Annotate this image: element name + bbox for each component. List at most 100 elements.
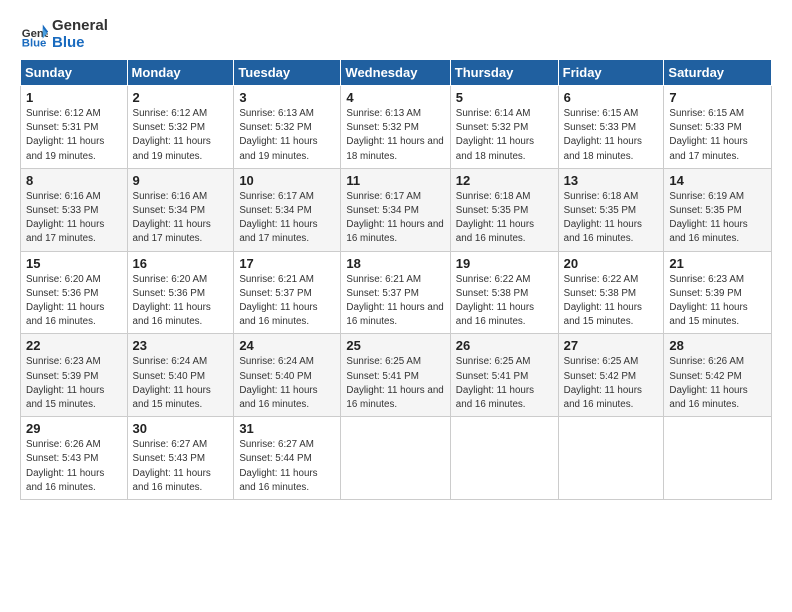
calendar-cell	[558, 417, 664, 500]
calendar-cell: 16 Sunrise: 6:20 AMSunset: 5:36 PMDaylig…	[127, 251, 234, 334]
day-number: 17	[239, 256, 335, 271]
day-info: Sunrise: 6:15 AMSunset: 5:33 PMDaylight:…	[564, 108, 642, 162]
day-number: 7	[669, 90, 766, 105]
weekday-header-tuesday: Tuesday	[234, 60, 341, 86]
day-number: 2	[133, 90, 229, 105]
day-number: 25	[346, 338, 444, 353]
day-info: Sunrise: 6:16 AMSunset: 5:34 PMDaylight:…	[133, 191, 211, 245]
day-info: Sunrise: 6:20 AMSunset: 5:36 PMDaylight:…	[26, 274, 104, 328]
day-number: 13	[564, 173, 659, 188]
calendar-cell: 31 Sunrise: 6:27 AMSunset: 5:44 PMDaylig…	[234, 417, 341, 500]
calendar-cell: 4 Sunrise: 6:13 AMSunset: 5:32 PMDayligh…	[341, 86, 450, 169]
day-info: Sunrise: 6:26 AMSunset: 5:43 PMDaylight:…	[26, 439, 104, 493]
logo-icon: General Blue	[20, 21, 48, 49]
calendar-cell: 14 Sunrise: 6:19 AMSunset: 5:35 PMDaylig…	[664, 168, 772, 251]
calendar-cell: 18 Sunrise: 6:21 AMSunset: 5:37 PMDaylig…	[341, 251, 450, 334]
calendar-cell: 29 Sunrise: 6:26 AMSunset: 5:43 PMDaylig…	[21, 417, 128, 500]
weekday-header-thursday: Thursday	[450, 60, 558, 86]
day-number: 23	[133, 338, 229, 353]
day-info: Sunrise: 6:19 AMSunset: 5:35 PMDaylight:…	[669, 191, 747, 245]
day-number: 22	[26, 338, 122, 353]
day-number: 3	[239, 90, 335, 105]
calendar-table: SundayMondayTuesdayWednesdayThursdayFrid…	[20, 59, 772, 500]
calendar-cell: 3 Sunrise: 6:13 AMSunset: 5:32 PMDayligh…	[234, 86, 341, 169]
calendar-cell	[450, 417, 558, 500]
calendar-cell: 24 Sunrise: 6:24 AMSunset: 5:40 PMDaylig…	[234, 334, 341, 417]
day-number: 30	[133, 421, 229, 436]
calendar-row: 15 Sunrise: 6:20 AMSunset: 5:36 PMDaylig…	[21, 251, 772, 334]
logo-general: General	[52, 18, 108, 35]
day-number: 6	[564, 90, 659, 105]
day-info: Sunrise: 6:18 AMSunset: 5:35 PMDaylight:…	[456, 191, 534, 245]
day-info: Sunrise: 6:12 AMSunset: 5:32 PMDaylight:…	[133, 108, 211, 162]
calendar-row: 22 Sunrise: 6:23 AMSunset: 5:39 PMDaylig…	[21, 334, 772, 417]
day-number: 14	[669, 173, 766, 188]
calendar-cell: 22 Sunrise: 6:23 AMSunset: 5:39 PMDaylig…	[21, 334, 128, 417]
logo-blue: Blue	[52, 35, 108, 52]
weekday-header-friday: Friday	[558, 60, 664, 86]
calendar-cell	[341, 417, 450, 500]
calendar-cell: 11 Sunrise: 6:17 AMSunset: 5:34 PMDaylig…	[341, 168, 450, 251]
day-number: 12	[456, 173, 553, 188]
day-number: 18	[346, 256, 444, 271]
day-number: 28	[669, 338, 766, 353]
day-info: Sunrise: 6:25 AMSunset: 5:42 PMDaylight:…	[564, 356, 642, 410]
day-info: Sunrise: 6:20 AMSunset: 5:36 PMDaylight:…	[133, 274, 211, 328]
day-number: 24	[239, 338, 335, 353]
day-info: Sunrise: 6:24 AMSunset: 5:40 PMDaylight:…	[133, 356, 211, 410]
calendar-cell: 8 Sunrise: 6:16 AMSunset: 5:33 PMDayligh…	[21, 168, 128, 251]
calendar-cell: 6 Sunrise: 6:15 AMSunset: 5:33 PMDayligh…	[558, 86, 664, 169]
weekday-header-sunday: Sunday	[21, 60, 128, 86]
calendar-cell: 25 Sunrise: 6:25 AMSunset: 5:41 PMDaylig…	[341, 334, 450, 417]
day-info: Sunrise: 6:23 AMSunset: 5:39 PMDaylight:…	[669, 274, 747, 328]
day-info: Sunrise: 6:26 AMSunset: 5:42 PMDaylight:…	[669, 356, 747, 410]
calendar-cell: 17 Sunrise: 6:21 AMSunset: 5:37 PMDaylig…	[234, 251, 341, 334]
svg-text:Blue: Blue	[22, 37, 47, 49]
day-info: Sunrise: 6:12 AMSunset: 5:31 PMDaylight:…	[26, 108, 104, 162]
calendar-cell: 26 Sunrise: 6:25 AMSunset: 5:41 PMDaylig…	[450, 334, 558, 417]
calendar-cell: 23 Sunrise: 6:24 AMSunset: 5:40 PMDaylig…	[127, 334, 234, 417]
calendar-cell: 27 Sunrise: 6:25 AMSunset: 5:42 PMDaylig…	[558, 334, 664, 417]
day-info: Sunrise: 6:15 AMSunset: 5:33 PMDaylight:…	[669, 108, 747, 162]
calendar-cell	[664, 417, 772, 500]
calendar-row: 1 Sunrise: 6:12 AMSunset: 5:31 PMDayligh…	[21, 86, 772, 169]
day-number: 21	[669, 256, 766, 271]
weekday-header-wednesday: Wednesday	[341, 60, 450, 86]
day-number: 20	[564, 256, 659, 271]
header: General Blue General Blue	[20, 18, 772, 51]
calendar-row: 8 Sunrise: 6:16 AMSunset: 5:33 PMDayligh…	[21, 168, 772, 251]
calendar-cell: 7 Sunrise: 6:15 AMSunset: 5:33 PMDayligh…	[664, 86, 772, 169]
day-info: Sunrise: 6:21 AMSunset: 5:37 PMDaylight:…	[346, 274, 443, 328]
day-number: 29	[26, 421, 122, 436]
calendar-cell: 20 Sunrise: 6:22 AMSunset: 5:38 PMDaylig…	[558, 251, 664, 334]
calendar-cell: 2 Sunrise: 6:12 AMSunset: 5:32 PMDayligh…	[127, 86, 234, 169]
calendar-cell: 13 Sunrise: 6:18 AMSunset: 5:35 PMDaylig…	[558, 168, 664, 251]
day-number: 15	[26, 256, 122, 271]
day-info: Sunrise: 6:17 AMSunset: 5:34 PMDaylight:…	[239, 191, 317, 245]
day-number: 1	[26, 90, 122, 105]
day-info: Sunrise: 6:17 AMSunset: 5:34 PMDaylight:…	[346, 191, 443, 245]
day-info: Sunrise: 6:22 AMSunset: 5:38 PMDaylight:…	[456, 274, 534, 328]
day-number: 9	[133, 173, 229, 188]
page: General Blue General Blue SundayMondayTu…	[0, 0, 792, 612]
calendar-cell: 30 Sunrise: 6:27 AMSunset: 5:43 PMDaylig…	[127, 417, 234, 500]
day-number: 27	[564, 338, 659, 353]
calendar-cell: 12 Sunrise: 6:18 AMSunset: 5:35 PMDaylig…	[450, 168, 558, 251]
day-info: Sunrise: 6:21 AMSunset: 5:37 PMDaylight:…	[239, 274, 317, 328]
day-number: 19	[456, 256, 553, 271]
day-info: Sunrise: 6:27 AMSunset: 5:43 PMDaylight:…	[133, 439, 211, 493]
calendar-cell: 15 Sunrise: 6:20 AMSunset: 5:36 PMDaylig…	[21, 251, 128, 334]
day-info: Sunrise: 6:16 AMSunset: 5:33 PMDaylight:…	[26, 191, 104, 245]
calendar-cell: 1 Sunrise: 6:12 AMSunset: 5:31 PMDayligh…	[21, 86, 128, 169]
day-number: 10	[239, 173, 335, 188]
weekday-header-monday: Monday	[127, 60, 234, 86]
day-info: Sunrise: 6:27 AMSunset: 5:44 PMDaylight:…	[239, 439, 317, 493]
day-number: 16	[133, 256, 229, 271]
day-number: 31	[239, 421, 335, 436]
day-info: Sunrise: 6:24 AMSunset: 5:40 PMDaylight:…	[239, 356, 317, 410]
day-number: 26	[456, 338, 553, 353]
day-number: 4	[346, 90, 444, 105]
day-info: Sunrise: 6:23 AMSunset: 5:39 PMDaylight:…	[26, 356, 104, 410]
calendar-row: 29 Sunrise: 6:26 AMSunset: 5:43 PMDaylig…	[21, 417, 772, 500]
day-number: 5	[456, 90, 553, 105]
